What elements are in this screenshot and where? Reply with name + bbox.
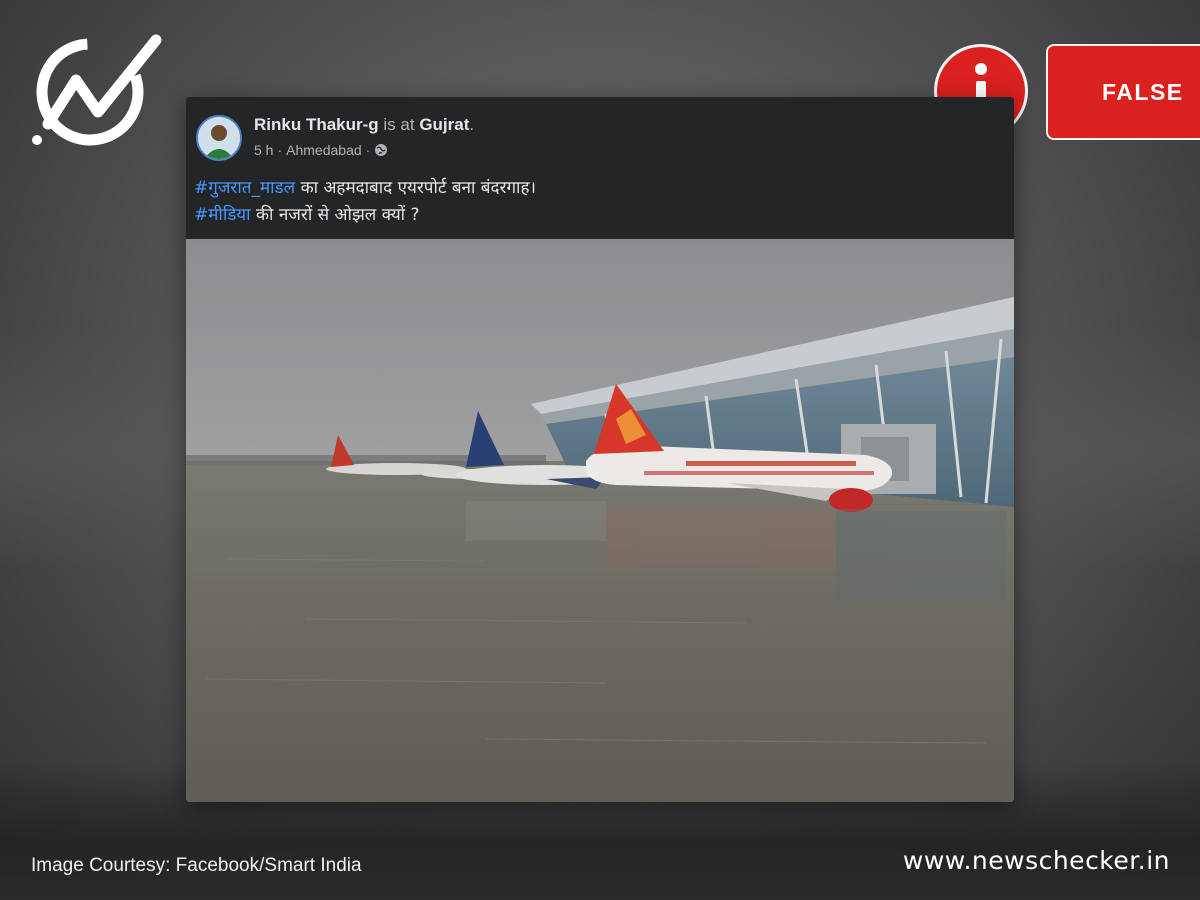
post-text-line-1: #गुजरात_माडल का अहमदाबाद एयरपोर्ट बना बं… bbox=[194, 175, 1004, 202]
meta-separator: · bbox=[277, 142, 283, 158]
image-credit: Image Courtesy: Facebook/Smart India bbox=[31, 855, 362, 876]
post-text: #गुजरात_माडल का अहमदाबाद एयरपोर्ट बना बं… bbox=[194, 175, 1004, 229]
newschecker-logo-icon bbox=[32, 34, 162, 146]
location-connector: is at bbox=[383, 115, 415, 134]
hashtag-link[interactable]: #गुजरात_माडल bbox=[194, 178, 295, 198]
verdict-label: FALSE bbox=[1102, 78, 1184, 105]
site-url[interactable]: www.newschecker.in bbox=[903, 846, 1170, 875]
avatar-photo-icon bbox=[198, 117, 240, 159]
author-name[interactable]: Rinku Thakur-g bbox=[254, 115, 379, 134]
post-timestamp[interactable]: 5 h bbox=[254, 142, 273, 158]
post-text-body: की नजरों से ओझल क्यों ? bbox=[250, 205, 420, 225]
post-place[interactable]: Ahmedabad bbox=[286, 142, 362, 158]
false-verdict-badge: FALSE bbox=[1046, 44, 1200, 140]
avatar[interactable] bbox=[196, 115, 242, 161]
post-meta: 5 h · Ahmedabad · bbox=[254, 142, 388, 158]
meta-separator: · bbox=[365, 142, 371, 158]
author-line: Rinku Thakur-g is at Gujrat. bbox=[254, 115, 475, 134]
post-header: Rinku Thakur-g is at Gujrat. 5 h · Ahmed… bbox=[186, 97, 1014, 239]
check-in-location[interactable]: Gujrat bbox=[419, 115, 469, 134]
facebook-post-card: Rinku Thakur-g is at Gujrat. 5 h · Ahmed… bbox=[186, 97, 1014, 802]
globe-icon bbox=[375, 144, 388, 156]
post-text-line-2: #मीडिया की नजरों से ओझल क्यों ? bbox=[194, 202, 1004, 229]
post-photo[interactable] bbox=[186, 239, 1014, 802]
post-text-body: का अहमदाबाद एयरपोर्ट बना बंदरगाह। bbox=[295, 178, 536, 198]
hashtag-link[interactable]: #मीडिया bbox=[194, 205, 251, 225]
